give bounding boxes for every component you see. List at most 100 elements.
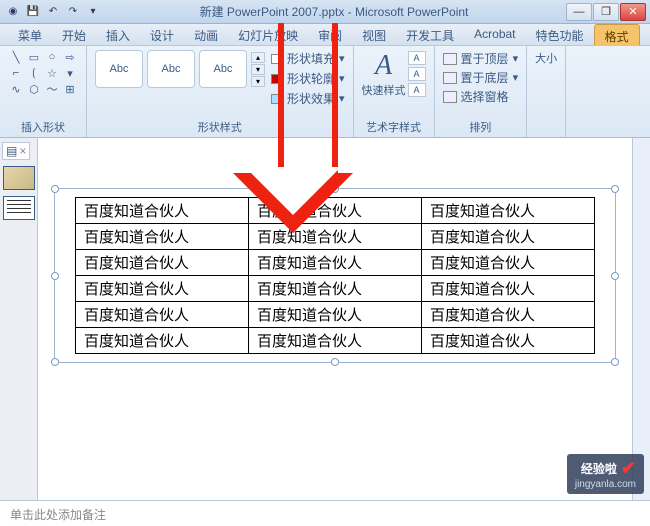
workspace: ▤× 百度知道合伙人百度知道合伙人百度知道合伙人百度知道合伙人百度知道合伙人百度… [0,138,650,500]
scribble-icon[interactable]: 〜 [44,82,60,96]
tab-features[interactable]: 特色功能 [526,24,594,45]
resize-handle[interactable] [611,358,619,366]
selected-table[interactable]: 百度知道合伙人百度知道合伙人百度知道合伙人百度知道合伙人百度知道合伙人百度知道合… [54,188,616,363]
window-controls: — ❐ ✕ [566,3,646,21]
style-preset-1[interactable]: Abc [95,50,143,88]
rect-icon[interactable]: ▭ [26,50,42,64]
style-gallery-spinner[interactable]: ▴▾▾ [251,52,265,87]
slide-thumbnail-2[interactable] [3,196,35,220]
table-cell[interactable]: 百度知道合伙人 [76,198,249,224]
shape-outline-button[interactable]: 形状轮廓 ▾ [271,70,345,87]
tab-home[interactable]: 开始 [52,24,96,45]
slide-canvas[interactable]: 百度知道合伙人百度知道合伙人百度知道合伙人百度知道合伙人百度知道合伙人百度知道合… [38,138,632,500]
maximize-button[interactable]: ❐ [593,3,619,21]
table-cell[interactable]: 百度知道合伙人 [76,224,249,250]
redo-icon[interactable]: ↷ [64,3,82,21]
resize-handle[interactable] [51,358,59,366]
table-cell[interactable]: 百度知道合伙人 [76,276,249,302]
table-cell[interactable]: 百度知道合伙人 [422,250,595,276]
text-effects-icon[interactable]: A [408,83,426,97]
style-gallery[interactable]: Abc Abc Abc ▴▾▾ [95,50,265,88]
send-back-icon [443,72,457,84]
table-cell[interactable]: 百度知道合伙人 [422,328,595,354]
style-preset-2[interactable]: Abc [147,50,195,88]
resize-handle[interactable] [611,185,619,193]
oval-icon[interactable]: ○ [44,50,60,64]
tab-menu[interactable]: 菜单 [8,24,52,45]
curve-icon[interactable]: ∿ [8,82,24,96]
brace-icon[interactable]: ⟮ [26,66,42,80]
table-cell[interactable]: 百度知道合伙人 [249,276,422,302]
quick-access-toolbar: ◉ 💾 ↶ ↷ ▾ [4,3,102,21]
selection-pane-button[interactable]: 选择窗格 [443,88,519,105]
resize-handle[interactable] [331,358,339,366]
shape-effects-button[interactable]: 形状效果 ▾ [271,90,345,107]
table-cell[interactable]: 百度知道合伙人 [249,250,422,276]
resize-handle[interactable] [51,185,59,193]
more-icon[interactable]: ▾ [62,66,78,80]
minimize-button[interactable]: — [566,3,592,21]
vertical-scrollbar[interactable] [632,138,650,500]
resize-handle[interactable] [331,185,339,193]
tab-acrobat[interactable]: Acrobat [464,24,525,45]
freeform-icon[interactable]: ⬡ [26,82,42,96]
bring-front-icon [443,53,457,65]
tab-developer[interactable]: 开发工具 [396,24,464,45]
table-cell[interactable]: 百度知道合伙人 [249,198,422,224]
wordart-a-icon: A [369,50,398,82]
qat-dropdown-icon[interactable]: ▾ [84,3,102,21]
spin-more-icon[interactable]: ▾ [251,76,265,87]
tab-slideshow[interactable]: 幻灯片放映 [228,24,308,45]
outline-tab[interactable]: ▤× [2,142,30,160]
text-outline-icon[interactable]: A [408,67,426,81]
shapes-gallery[interactable]: ╲▭○⇨ ⌐⟮☆▾ ∿⬡〜⊞ [8,50,78,96]
table-cell[interactable]: 百度知道合伙人 [422,302,595,328]
table-cell[interactable]: 百度知道合伙人 [422,224,595,250]
notes-pane[interactable]: 单击此处添加备注 [0,500,650,526]
star-icon[interactable]: ☆ [44,66,60,80]
table-cell[interactable]: 百度知道合伙人 [422,198,595,224]
table-cell[interactable]: 百度知道合伙人 [249,224,422,250]
table-row: 百度知道合伙人百度知道合伙人百度知道合伙人 [76,328,595,354]
style-preset-3[interactable]: Abc [199,50,247,88]
group-label-insert-shape: 插入形状 [8,117,78,135]
arrow-icon[interactable]: ⇨ [62,50,78,64]
window-title: 新建 PowerPoint 2007.pptx - Microsoft Powe… [102,3,566,20]
group-label-shape-styles: 形状样式 [95,117,345,135]
tab-animations[interactable]: 动画 [184,24,228,45]
selection-pane-icon [443,91,457,103]
save-icon[interactable]: 💾 [24,3,42,21]
text-fill-icon[interactable]: A [408,51,426,65]
table-cell[interactable]: 百度知道合伙人 [76,328,249,354]
tab-insert[interactable]: 插入 [96,24,140,45]
close-button[interactable]: ✕ [620,3,646,21]
tab-review[interactable]: 审阅 [308,24,352,45]
expand-icon[interactable]: ⊞ [62,82,78,96]
tab-design[interactable]: 设计 [140,24,184,45]
table-row: 百度知道合伙人百度知道合伙人百度知道合伙人 [76,224,595,250]
slide-thumbnail-1[interactable] [3,166,35,190]
resize-handle[interactable] [51,272,59,280]
send-back-button[interactable]: 置于底层 ▾ [443,69,519,86]
tab-format[interactable]: 格式 [594,24,640,45]
undo-icon[interactable]: ↶ [44,3,62,21]
spin-down-icon[interactable]: ▾ [251,64,265,75]
table-cell[interactable]: 百度知道合伙人 [422,276,595,302]
table-cell[interactable]: 百度知道合伙人 [249,328,422,354]
line-icon[interactable]: ╲ [8,50,24,64]
check-icon: ✔ [621,458,636,479]
shape-fill-button[interactable]: 形状填充 ▾ [271,50,345,67]
resize-handle[interactable] [611,272,619,280]
table-cell[interactable]: 百度知道合伙人 [249,302,422,328]
table-cell[interactable]: 百度知道合伙人 [76,250,249,276]
close-icon[interactable]: × [19,144,26,158]
office-button[interactable]: ◉ [4,3,22,21]
tab-view[interactable]: 视图 [352,24,396,45]
spin-up-icon[interactable]: ▴ [251,52,265,63]
quick-styles-button[interactable]: A 快速样式 [362,50,406,98]
table-row: 百度知道合伙人百度知道合伙人百度知道合伙人 [76,302,595,328]
table-cell[interactable]: 百度知道合伙人 [76,302,249,328]
connector-icon[interactable]: ⌐ [8,66,24,80]
content-table[interactable]: 百度知道合伙人百度知道合伙人百度知道合伙人百度知道合伙人百度知道合伙人百度知道合… [75,197,595,354]
bring-front-button[interactable]: 置于顶层 ▾ [443,50,519,67]
